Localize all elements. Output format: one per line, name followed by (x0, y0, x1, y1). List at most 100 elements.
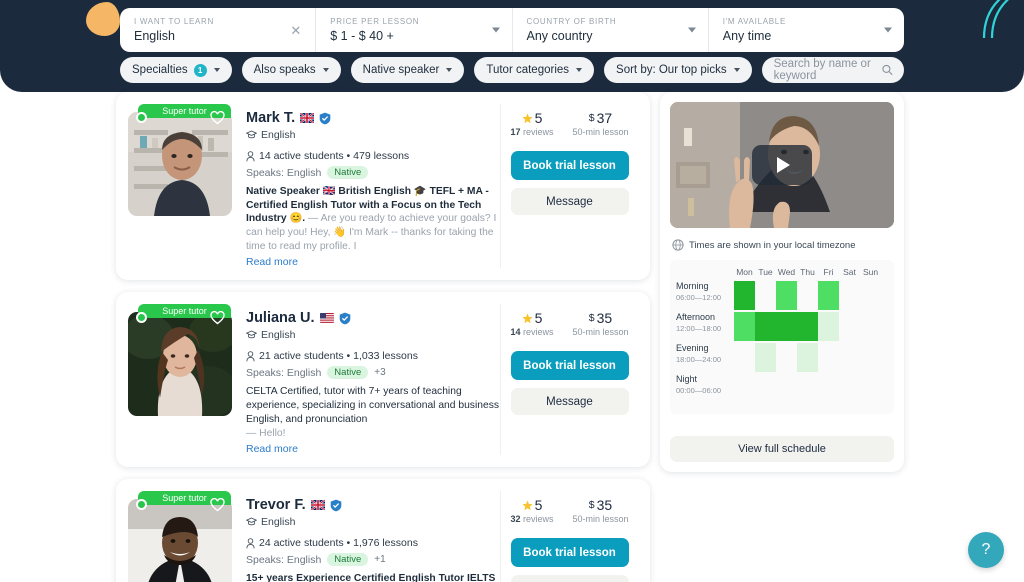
filter-field-price[interactable]: PRICE PER LESSON $ 1 - $ 40 + (316, 8, 513, 52)
heatmap-period-hours: 18:00—24:00 (676, 354, 722, 364)
heatmap-cell[interactable] (839, 343, 860, 372)
message-button[interactable]: Message (510, 575, 629, 582)
arc-decoration (982, 0, 1010, 39)
price-currency: $ (588, 112, 595, 124)
heatmap-cell[interactable] (734, 312, 755, 341)
tutor-info-block: Mark T. English 14 active students • 479… (232, 104, 500, 268)
heatmap-cell[interactable] (839, 281, 860, 310)
heatmap-cell[interactable] (839, 312, 860, 341)
tutor-name[interactable]: Trevor F. (246, 497, 306, 513)
heatmap-cell[interactable] (776, 374, 797, 403)
tutor-speaks-label: Speaks: English (246, 553, 322, 566)
heatmap-cell[interactable] (755, 312, 776, 341)
rating-value-row: 5 (510, 110, 553, 126)
verified-badge-icon (330, 499, 341, 512)
filter-chip-also-speaks[interactable]: Also speaks (241, 57, 341, 83)
help-button[interactable]: ? (968, 532, 1004, 568)
sort-by-dropdown[interactable]: Sort by: Our top picks (604, 57, 752, 83)
tutor-stats-row: 21 active students • 1,033 lessons (246, 350, 500, 362)
favorite-heart-icon[interactable] (210, 311, 225, 325)
heatmap-row: Morning 06:00—12:00 (676, 281, 888, 312)
heatmap-cell[interactable] (818, 281, 839, 310)
tutor-card[interactable]: Super tutor (116, 92, 650, 281)
heatmap-cell[interactable] (755, 281, 776, 310)
person-icon (246, 537, 255, 549)
heatmap-cell[interactable] (860, 312, 881, 341)
search-icon (882, 64, 893, 76)
intro-video-player[interactable] (670, 102, 894, 228)
message-button[interactable]: Message (510, 188, 629, 215)
favorite-heart-icon[interactable] (210, 498, 225, 512)
heatmap-cell[interactable] (734, 374, 755, 403)
lesson-length: 50-min lesson (572, 514, 629, 525)
favorite-heart-icon[interactable] (210, 111, 225, 125)
tutor-stats-row: 14 active students • 479 lessons (246, 150, 500, 162)
tutor-stats: 14 active students • 479 lessons (259, 150, 410, 162)
tutor-avatar[interactable] (128, 112, 232, 216)
tutor-price-column: 5 17 reviews $ 37 50-min lesson Book tri… (500, 104, 638, 269)
price-currency: $ (588, 312, 595, 325)
book-trial-lesson-button[interactable]: Book trial lesson (510, 151, 629, 180)
heatmap-cell[interactable] (776, 312, 797, 341)
heatmap-cell[interactable] (776, 281, 797, 310)
clear-icon[interactable]: ✕ (290, 24, 301, 37)
read-more-link[interactable]: Read more (246, 256, 500, 268)
heatmap-cell[interactable] (860, 343, 881, 372)
additional-languages-count[interactable]: +3 (374, 367, 385, 378)
price-cell: $ 35 50-min lesson (572, 310, 628, 337)
heatmap-cell[interactable] (797, 281, 818, 310)
search-input[interactable]: Search by name or keyword (761, 57, 904, 83)
chevron-down-icon[interactable] (491, 27, 500, 33)
view-full-schedule-button[interactable]: View full schedule (670, 436, 894, 462)
heatmap-cell[interactable] (797, 312, 818, 341)
tutor-card[interactable]: Super tutor (116, 479, 650, 582)
tutor-stats: 21 active students • 1,033 lessons (259, 350, 418, 363)
chevron-down-icon (213, 68, 220, 72)
heatmap-period-hours: 06:00—12:00 (676, 292, 722, 302)
graduation-cap-icon (246, 130, 257, 139)
message-button[interactable]: Message (510, 388, 629, 416)
filter-chip-tutor-categories[interactable]: Tutor categories (474, 57, 595, 83)
filter-field-country[interactable]: COUNTRY OF BIRTH Any country (513, 8, 709, 52)
filter-field-availability[interactable]: I'M AVAILABLE Any time (709, 8, 904, 52)
heatmap-row-label: Night 00:00—06:00 (676, 374, 734, 395)
tutor-name[interactable]: Mark T. (246, 110, 295, 126)
heatmap-cell[interactable] (755, 343, 776, 372)
read-more-link[interactable]: Read more (246, 443, 500, 455)
heatmap-cell[interactable] (860, 374, 881, 403)
tutor-info-block: Juliana U. English 21 active students • … (232, 304, 500, 455)
filter-field-learn[interactable]: I WANT TO LEARN English ✕ (120, 8, 317, 52)
chevron-down-icon (322, 68, 329, 72)
filter-chip-native-speaker[interactable]: Native speaker (350, 57, 465, 83)
filter-chip-label: Tutor categories (486, 64, 570, 76)
heatmap-cell[interactable] (818, 312, 839, 341)
book-trial-lesson-button[interactable]: Book trial lesson (510, 538, 629, 568)
heatmap-cell[interactable] (860, 281, 881, 310)
heatmap-cell[interactable] (818, 343, 839, 372)
tutor-name[interactable]: Juliana U. (246, 310, 315, 326)
heatmap-cell[interactable] (839, 374, 860, 403)
play-button[interactable] (752, 145, 812, 185)
rating-cell: 5 32 reviews (510, 497, 553, 524)
chevron-down-icon[interactable] (687, 27, 696, 33)
graduation-cap-icon (246, 330, 257, 339)
book-trial-lesson-button[interactable]: Book trial lesson (510, 351, 629, 381)
filter-chip-label: Specialties (132, 64, 188, 76)
heatmap-cell[interactable] (797, 343, 818, 372)
heatmap-cell[interactable] (818, 374, 839, 403)
tutor-card[interactable]: Super tutor (116, 292, 650, 468)
chevron-down-icon[interactable] (884, 27, 892, 33)
tutor-name-row: Mark T. (246, 110, 500, 126)
filter-chip-specialties[interactable]: Specialties 1 (120, 57, 232, 83)
rating-cell: 5 14 reviews (510, 310, 553, 337)
heatmap-cell[interactable] (755, 374, 776, 403)
heatmap-cell[interactable] (797, 374, 818, 403)
tutor-avatar[interactable] (128, 312, 232, 417)
heatmap-cell[interactable] (776, 343, 797, 372)
filter-chip-label: Native speaker (362, 64, 440, 76)
heatmap-cell[interactable] (734, 343, 755, 372)
heatmap-cell[interactable] (734, 281, 755, 310)
additional-languages-count[interactable]: +1 (374, 554, 385, 565)
heatmap-row: Night 00:00—06:00 (676, 374, 888, 405)
filter-label-learn: I WANT TO LEARN (134, 17, 214, 26)
